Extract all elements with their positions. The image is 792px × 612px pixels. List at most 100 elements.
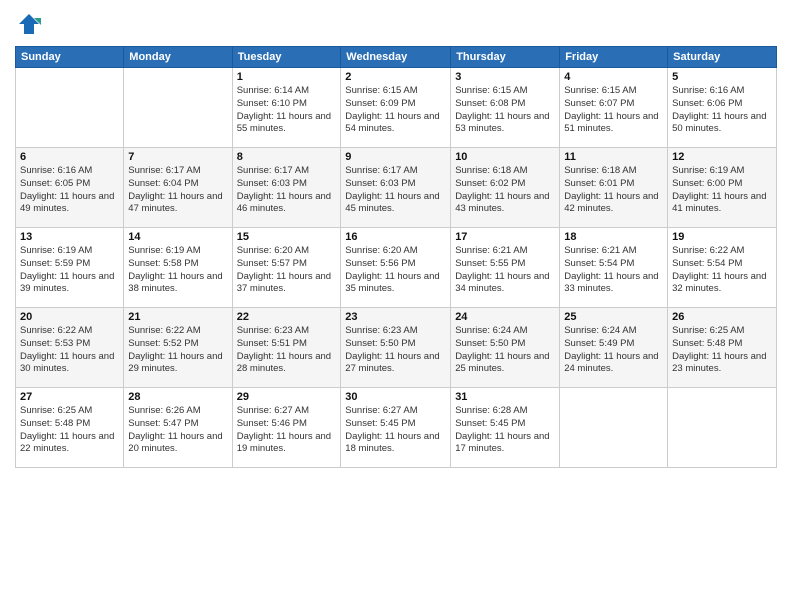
day-info: Sunrise: 6:20 AM Sunset: 5:56 PM Dayligh… (345, 245, 446, 296)
day-info: Sunrise: 6:18 AM Sunset: 6:01 PM Dayligh… (564, 165, 663, 216)
header (15, 10, 777, 38)
calendar-cell (124, 68, 232, 148)
day-info: Sunrise: 6:15 AM Sunset: 6:08 PM Dayligh… (455, 85, 555, 136)
calendar-cell: 16 Sunrise: 6:20 AM Sunset: 5:56 PM Dayli… (341, 228, 451, 308)
day-number: 20 (20, 311, 119, 323)
weekday-header-monday: Monday (124, 47, 232, 68)
day-info: Sunrise: 6:14 AM Sunset: 6:10 PM Dayligh… (237, 85, 337, 136)
week-row-3: 13Sunrise: 6:19 AM Sunset: 5:59 PM Dayli… (16, 228, 777, 308)
day-info: Sunrise: 6:27 AM Sunset: 5:46 PM Dayligh… (237, 405, 337, 456)
day-info: Sunrise: 6:15 AM Sunset: 6:09 PM Dayligh… (345, 85, 446, 136)
day-number: 7 (128, 151, 227, 163)
day-number: 9 (345, 151, 446, 163)
calendar-cell: 1 Sunrise: 6:14 AM Sunset: 6:10 PM Daylig… (232, 68, 341, 148)
calendar-cell: 5 Sunrise: 6:16 AM Sunset: 6:06 PM Daylig… (668, 68, 777, 148)
day-number: 1 (237, 71, 337, 83)
calendar-cell: 9 Sunrise: 6:17 AM Sunset: 6:03 PM Daylig… (341, 148, 451, 228)
calendar-cell: 19Sunrise: 6:22 AM Sunset: 5:54 PM Dayli… (668, 228, 777, 308)
week-row-2: 6Sunrise: 6:16 AM Sunset: 6:05 PM Daylig… (16, 148, 777, 228)
day-number: 28 (128, 391, 227, 403)
calendar-cell: 27Sunrise: 6:25 AM Sunset: 5:48 PM Dayli… (16, 388, 124, 468)
day-info: Sunrise: 6:24 AM Sunset: 5:50 PM Dayligh… (455, 325, 555, 376)
calendar-cell: 4 Sunrise: 6:15 AM Sunset: 6:07 PM Daylig… (560, 68, 668, 148)
day-number: 11 (564, 151, 663, 163)
weekday-header-tuesday: Tuesday (232, 47, 341, 68)
day-info: Sunrise: 6:16 AM Sunset: 6:06 PM Dayligh… (672, 85, 772, 136)
day-info: Sunrise: 6:25 AM Sunset: 5:48 PM Dayligh… (672, 325, 772, 376)
day-info: Sunrise: 6:23 AM Sunset: 5:50 PM Dayligh… (345, 325, 446, 376)
day-number: 17 (455, 231, 555, 243)
day-number: 24 (455, 311, 555, 323)
day-number: 22 (237, 311, 337, 323)
day-info: Sunrise: 6:22 AM Sunset: 5:52 PM Dayligh… (128, 325, 227, 376)
day-info: Sunrise: 6:17 AM Sunset: 6:03 PM Dayligh… (237, 165, 337, 216)
day-number: 23 (345, 311, 446, 323)
weekday-header-saturday: Saturday (668, 47, 777, 68)
calendar-cell: 12Sunrise: 6:19 AM Sunset: 6:00 PM Dayli… (668, 148, 777, 228)
week-row-4: 20 Sunrise: 6:22 AM Sunset: 5:53 PM Dayli… (16, 308, 777, 388)
day-number: 31 (455, 391, 555, 403)
calendar-cell: 31 Sunrise: 6:28 AM Sunset: 5:45 PM Dayli… (451, 388, 560, 468)
calendar-cell: 20 Sunrise: 6:22 AM Sunset: 5:53 PM Dayli… (16, 308, 124, 388)
day-number: 18 (564, 231, 663, 243)
day-number: 26 (672, 311, 772, 323)
day-number: 2 (345, 71, 446, 83)
day-number: 3 (455, 71, 555, 83)
day-info: Sunrise: 6:19 AM Sunset: 6:00 PM Dayligh… (672, 165, 772, 216)
day-info: Sunrise: 6:21 AM Sunset: 5:54 PM Dayligh… (564, 245, 663, 296)
weekday-header-thursday: Thursday (451, 47, 560, 68)
day-info: Sunrise: 6:19 AM Sunset: 5:58 PM Dayligh… (128, 245, 227, 296)
day-info: Sunrise: 6:17 AM Sunset: 6:04 PM Dayligh… (128, 165, 227, 216)
calendar-cell (668, 388, 777, 468)
day-number: 21 (128, 311, 227, 323)
day-info: Sunrise: 6:26 AM Sunset: 5:47 PM Dayligh… (128, 405, 227, 456)
logo (15, 10, 47, 38)
day-number: 14 (128, 231, 227, 243)
day-info: Sunrise: 6:19 AM Sunset: 5:59 PM Dayligh… (20, 245, 119, 296)
day-number: 6 (20, 151, 119, 163)
day-number: 27 (20, 391, 119, 403)
calendar-cell: 26 Sunrise: 6:25 AM Sunset: 5:48 PM Dayli… (668, 308, 777, 388)
day-number: 5 (672, 71, 772, 83)
calendar-cell: 24 Sunrise: 6:24 AM Sunset: 5:50 PM Dayli… (451, 308, 560, 388)
day-number: 16 (345, 231, 446, 243)
calendar-cell: 30Sunrise: 6:27 AM Sunset: 5:45 PM Dayli… (341, 388, 451, 468)
calendar-cell: 29 Sunrise: 6:27 AM Sunset: 5:46 PM Dayli… (232, 388, 341, 468)
day-info: Sunrise: 6:23 AM Sunset: 5:51 PM Dayligh… (237, 325, 337, 376)
day-number: 4 (564, 71, 663, 83)
week-row-1: 1 Sunrise: 6:14 AM Sunset: 6:10 PM Daylig… (16, 68, 777, 148)
calendar-cell: 7 Sunrise: 6:17 AM Sunset: 6:04 PM Daylig… (124, 148, 232, 228)
calendar-cell: 6Sunrise: 6:16 AM Sunset: 6:05 PM Daylig… (16, 148, 124, 228)
calendar-cell: 15Sunrise: 6:20 AM Sunset: 5:57 PM Dayli… (232, 228, 341, 308)
calendar-cell: 13Sunrise: 6:19 AM Sunset: 5:59 PM Dayli… (16, 228, 124, 308)
day-info: Sunrise: 6:24 AM Sunset: 5:49 PM Dayligh… (564, 325, 663, 376)
day-info: Sunrise: 6:17 AM Sunset: 6:03 PM Dayligh… (345, 165, 446, 216)
calendar: SundayMondayTuesdayWednesdayThursdayFrid… (15, 46, 777, 468)
day-info: Sunrise: 6:15 AM Sunset: 6:07 PM Dayligh… (564, 85, 663, 136)
calendar-cell: 11 Sunrise: 6:18 AM Sunset: 6:01 PM Dayli… (560, 148, 668, 228)
calendar-cell: 17Sunrise: 6:21 AM Sunset: 5:55 PM Dayli… (451, 228, 560, 308)
weekday-header-wednesday: Wednesday (341, 47, 451, 68)
day-info: Sunrise: 6:27 AM Sunset: 5:45 PM Dayligh… (345, 405, 446, 456)
calendar-cell: 18 Sunrise: 6:21 AM Sunset: 5:54 PM Dayli… (560, 228, 668, 308)
calendar-cell: 10 Sunrise: 6:18 AM Sunset: 6:02 PM Dayli… (451, 148, 560, 228)
day-number: 19 (672, 231, 772, 243)
day-number: 10 (455, 151, 555, 163)
day-info: Sunrise: 6:22 AM Sunset: 5:53 PM Dayligh… (20, 325, 119, 376)
calendar-cell: 25 Sunrise: 6:24 AM Sunset: 5:49 PM Dayli… (560, 308, 668, 388)
calendar-cell (16, 68, 124, 148)
day-number: 29 (237, 391, 337, 403)
page: SundayMondayTuesdayWednesdayThursdayFrid… (0, 0, 792, 612)
weekday-header-row: SundayMondayTuesdayWednesdayThursdayFrid… (16, 47, 777, 68)
calendar-cell: 2 Sunrise: 6:15 AM Sunset: 6:09 PM Daylig… (341, 68, 451, 148)
calendar-cell: 3 Sunrise: 6:15 AM Sunset: 6:08 PM Daylig… (451, 68, 560, 148)
day-info: Sunrise: 6:28 AM Sunset: 5:45 PM Dayligh… (455, 405, 555, 456)
day-number: 25 (564, 311, 663, 323)
calendar-cell: 22 Sunrise: 6:23 AM Sunset: 5:51 PM Dayli… (232, 308, 341, 388)
calendar-cell: 21 Sunrise: 6:22 AM Sunset: 5:52 PM Dayli… (124, 308, 232, 388)
calendar-cell (560, 388, 668, 468)
week-row-5: 27Sunrise: 6:25 AM Sunset: 5:48 PM Dayli… (16, 388, 777, 468)
weekday-header-sunday: Sunday (16, 47, 124, 68)
day-info: Sunrise: 6:18 AM Sunset: 6:02 PM Dayligh… (455, 165, 555, 216)
day-info: Sunrise: 6:20 AM Sunset: 5:57 PM Dayligh… (237, 245, 337, 296)
